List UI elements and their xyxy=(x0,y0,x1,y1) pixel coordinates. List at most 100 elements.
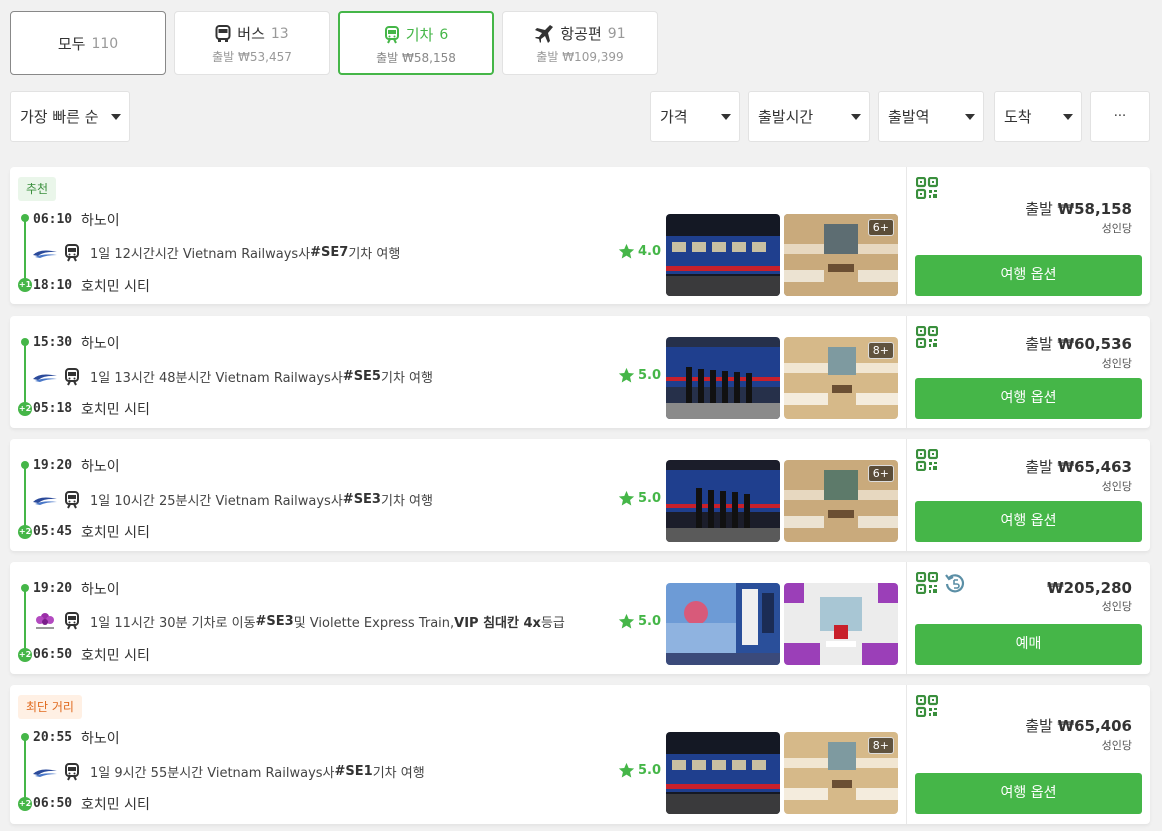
price-per-adult: 성인당 xyxy=(1101,600,1132,613)
arrival-city: 호치민 시티 xyxy=(81,279,150,295)
departure-time: 19:20 xyxy=(33,581,73,596)
qr-ticket-icon xyxy=(916,326,938,348)
trip-options-button[interactable]: 여행 옵션 xyxy=(915,501,1142,542)
vip-class: VIP 침대칸 4x xyxy=(454,615,541,631)
departure-station-filter[interactable]: 출발역 xyxy=(878,91,984,142)
tab-train[interactable]: 기차 6 출발 ₩58,158 xyxy=(338,11,494,75)
train-exterior-photo[interactable] xyxy=(666,214,780,296)
price-prefix: 출발 xyxy=(1025,200,1058,218)
rating-value: 5.0 xyxy=(638,368,662,383)
trip-duration-operator: 1일 13시간 48분시간 Vietnam Railways사 xyxy=(90,371,343,386)
arrival-city: 호치민 시티 xyxy=(81,648,150,664)
price-per-adult: 성인당 xyxy=(1101,739,1132,752)
rating: 5.0 xyxy=(618,367,661,384)
book-button[interactable]: 예매 xyxy=(915,624,1142,665)
departure-city: 하노이 xyxy=(81,213,120,229)
trip-type: 기차 여행 xyxy=(372,766,425,781)
caret-down-icon xyxy=(1063,114,1073,120)
sort-label: 가장 빠른 순 xyxy=(20,108,99,126)
qr-ticket-icon xyxy=(916,695,938,717)
more-label: ··· xyxy=(1113,109,1127,124)
rating-value: 5.0 xyxy=(638,763,662,778)
tab-flight[interactable]: 항공편 91 출발 ₩109,399 xyxy=(502,11,658,75)
route-timeline: +2 xyxy=(18,733,32,811)
card-divider xyxy=(906,685,907,824)
trip-card[interactable]: 최단 거리 +2 20:55 하노이 1일 9시간 55분시간 Vietnam … xyxy=(10,685,1150,824)
price-per-adult: 성인당 xyxy=(1101,222,1132,235)
violette-express-logo xyxy=(32,611,58,631)
departure-time-filter[interactable]: 출발시간 xyxy=(748,91,870,142)
train-crew-photo[interactable] xyxy=(666,337,780,419)
star-icon xyxy=(618,367,635,384)
vietnam-railways-logo xyxy=(32,493,58,507)
sleeper-cabin-photo[interactable]: 6+ xyxy=(784,214,898,296)
day-offset-badge: +2 xyxy=(18,797,32,811)
trip-card[interactable]: 추천 +1 06:10 하노이 1일 12시간시간 Vietnam Railwa… xyxy=(10,167,1150,304)
trip-card[interactable]: +2 19:20 하노이 1일 10시간 25분시간 Vietnam Railw… xyxy=(10,439,1150,551)
arrival-filter-label: 도착 xyxy=(1004,108,1032,126)
price-per-adult: 성인당 xyxy=(1101,480,1132,493)
sleeper-cabin-photo[interactable]: 8+ xyxy=(784,337,898,419)
photo-count-badge: 6+ xyxy=(867,465,894,482)
day-offset-badge: +2 xyxy=(18,402,32,416)
rating-value: 5.0 xyxy=(638,614,662,629)
caret-down-icon xyxy=(965,114,975,120)
trip-duration: 1일 11시간 30분 기차로 이동 xyxy=(90,615,256,631)
tab-all[interactable]: 모두 110 xyxy=(10,11,166,75)
departure-time: 15:30 xyxy=(33,335,73,350)
sleeper-cabin-photo[interactable]: 8+ xyxy=(784,732,898,814)
violette-train-exterior-photo[interactable] xyxy=(666,583,780,665)
departure-time: 19:20 xyxy=(33,458,73,473)
trip-card[interactable]: +2 19:20 하노이 1일 11시간 30분 기차로 이동 #SE3 및 V… xyxy=(10,562,1150,674)
arrival-time: 06:50 xyxy=(33,647,73,662)
train-icon xyxy=(64,763,80,781)
day-offset-badge: +2 xyxy=(18,648,32,662)
price-block: 출발 ₩60,536 성인당 xyxy=(1025,333,1132,371)
trip-type: 기차 여행 xyxy=(380,371,433,386)
sort-dropdown[interactable]: 가장 빠른 순 xyxy=(10,91,130,142)
arrival-time: 18:10 xyxy=(33,278,73,293)
route-timeline: +2 xyxy=(18,461,32,539)
vietnam-railways-logo xyxy=(32,246,58,260)
qr-ticket-icon xyxy=(916,449,938,471)
price-filter[interactable]: 가격 xyxy=(650,91,740,142)
tab-bus[interactable]: 버스 13 출발 ₩53,457 xyxy=(174,11,330,75)
price-prefix: 출발 xyxy=(1025,335,1058,353)
price-per-adult: 성인당 xyxy=(1101,357,1132,370)
train-icon xyxy=(64,368,80,386)
price-prefix: 출발 xyxy=(1025,717,1058,735)
card-divider xyxy=(906,316,907,428)
trip-options-button[interactable]: 여행 옵션 xyxy=(915,378,1142,419)
more-filters-button[interactable]: ··· xyxy=(1090,91,1150,142)
route-timeline: +2 xyxy=(18,338,32,416)
trip-type: 기차 여행 xyxy=(380,494,433,509)
train-code: #SE3 xyxy=(255,613,294,629)
vip-cabin-photo[interactable] xyxy=(784,583,898,665)
trip-type: 기차 여행 xyxy=(348,247,401,262)
caret-down-icon xyxy=(111,114,121,120)
train-icon xyxy=(64,491,80,509)
star-icon xyxy=(618,613,635,630)
sleeper-cabin-photo[interactable]: 6+ xyxy=(784,460,898,542)
train-icon xyxy=(64,244,80,262)
trip-description: 1일 12시간시간 Vietnam Railways사 #SE7 기차 여행 xyxy=(32,243,400,262)
train-icon xyxy=(64,612,80,630)
trip-options-button[interactable]: 여행 옵션 xyxy=(915,773,1142,814)
tab-bus-from-price: 출발 ₩53,457 xyxy=(212,50,292,64)
departure-city: 하노이 xyxy=(81,582,120,598)
tab-flight-label: 항공편 xyxy=(560,25,602,43)
train-exterior-photo[interactable] xyxy=(666,732,780,814)
departure-city: 하노이 xyxy=(81,336,120,352)
trip-description: 1일 10시간 25분시간 Vietnam Railways사 #SE3 기차 여… xyxy=(32,490,433,509)
vietnam-railways-logo xyxy=(32,765,58,779)
caret-down-icon xyxy=(721,114,731,120)
arrival-filter[interactable]: 도착 xyxy=(994,91,1082,142)
train-code: #SE7 xyxy=(310,245,349,260)
caret-down-icon xyxy=(851,114,861,120)
day-offset-badge: +2 xyxy=(18,525,32,539)
trip-options-button[interactable]: 여행 옵션 xyxy=(915,255,1142,296)
train-crew-photo[interactable] xyxy=(666,460,780,542)
trip-card[interactable]: +2 15:30 하노이 1일 13시간 48분시간 Vietnam Railw… xyxy=(10,316,1150,428)
trip-description: 1일 9시간 55분시간 Vietnam Railways사 #SE1 기차 여행 xyxy=(32,762,425,781)
refund-icon xyxy=(944,572,966,594)
